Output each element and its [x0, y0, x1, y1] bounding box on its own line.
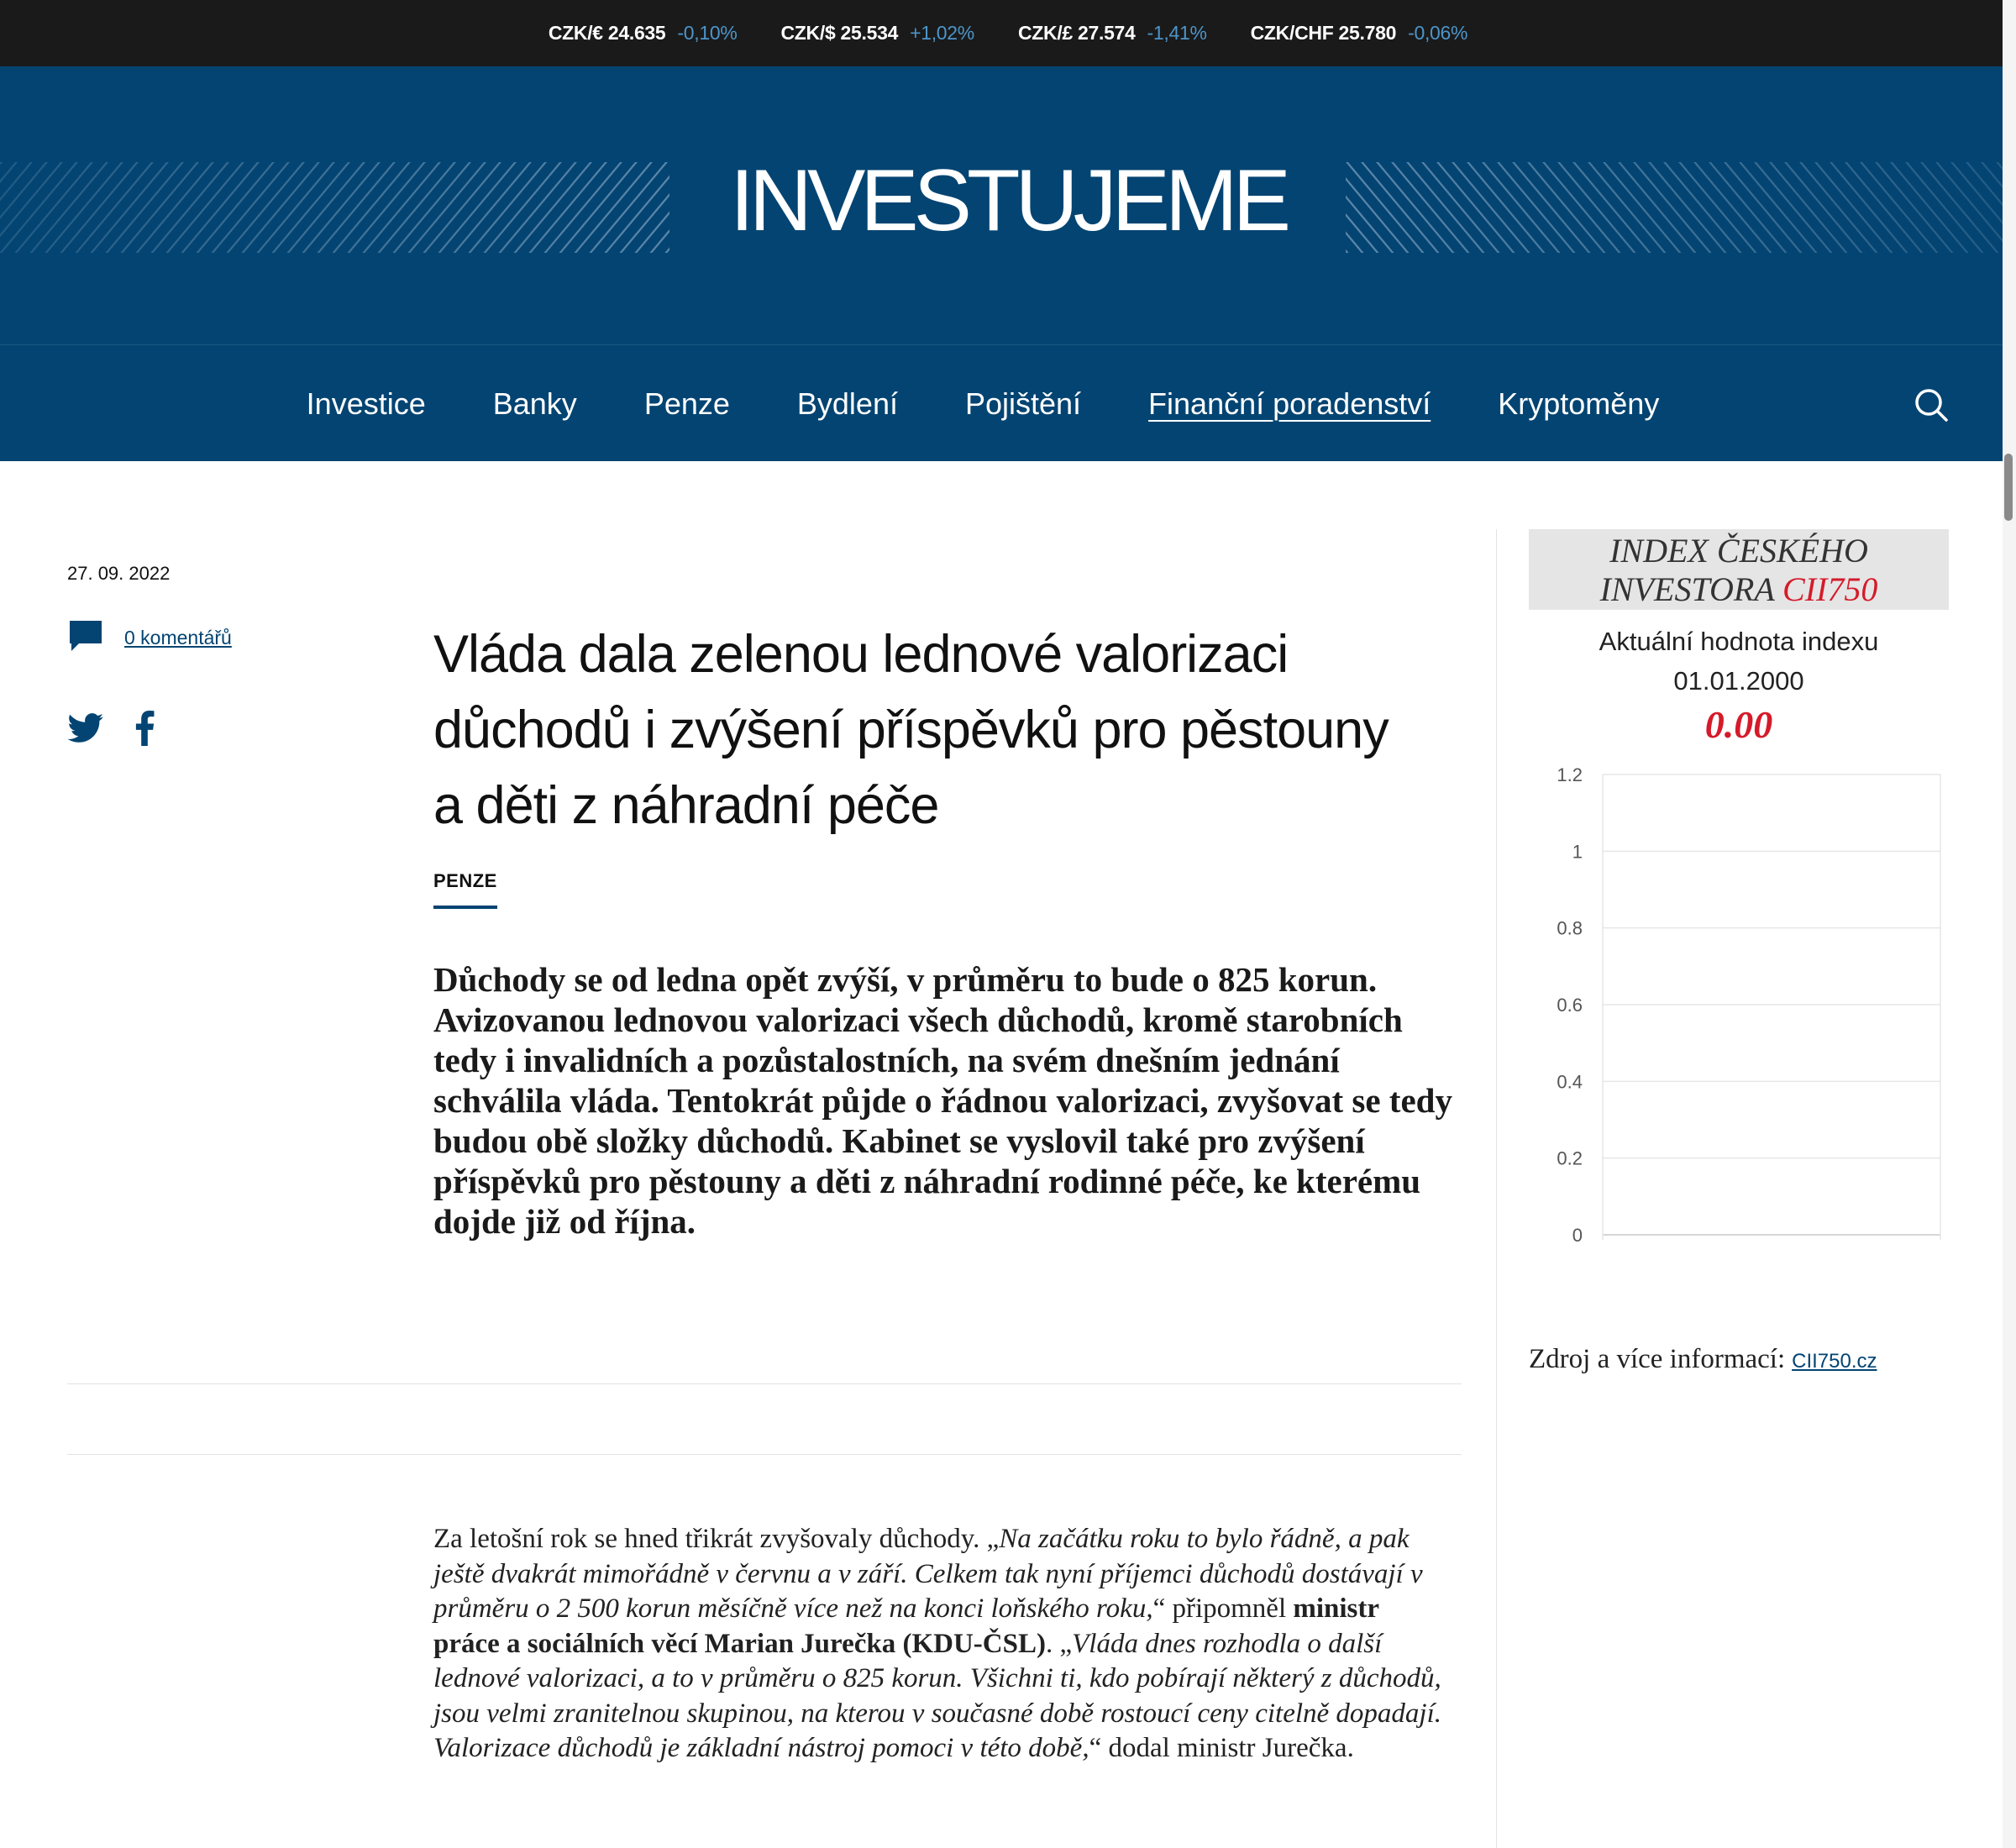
- index-title-investora: INVESTORA: [1599, 570, 1775, 608]
- index-widget-title: INDEX ČESKÉHO INVESTORA CII750: [1529, 529, 1949, 610]
- chart-y-tick-label: 0: [1572, 1225, 1583, 1246]
- index-title-line1: INDEX ČESKÉHO: [1609, 532, 1868, 570]
- index-source: Zdroj a více informací: CII750.cz: [1529, 1344, 1877, 1375]
- scrollbar-track[interactable]: [2003, 0, 2016, 1848]
- index-subtitle: Aktuální hodnota indexu: [1599, 627, 1879, 656]
- ticker-change: +1,02%: [910, 22, 974, 44]
- main-nav: Investice Banky Penze Bydlení Pojištění …: [0, 344, 2016, 461]
- article-date: 27. 09. 2022: [67, 563, 171, 584]
- text-run: . „: [1045, 1628, 1073, 1659]
- nav-item-pojisteni[interactable]: Pojištění: [965, 386, 1081, 422]
- index-code: CII750: [1782, 570, 1878, 608]
- text-run: “ dodal ministr Jurečka.: [1089, 1733, 1354, 1763]
- ticker-pair: CZK/$ 25.534: [780, 22, 899, 44]
- twitter-icon[interactable]: [67, 713, 104, 748]
- ticker-pair: CZK/£ 27.574: [1017, 22, 1136, 44]
- chart-y-tick-label: 0.8: [1557, 918, 1583, 939]
- currency-ticker: CZK/€ 24.635 -0,10% CZK/$ 25.534 +1,02% …: [0, 0, 2016, 66]
- facebook-icon[interactable]: [134, 711, 155, 750]
- nav-item-kryptomeny[interactable]: Kryptoměny: [1498, 386, 1659, 422]
- index-date: 01.01.2000: [1673, 666, 1804, 696]
- nav-item-investice[interactable]: Investice: [307, 386, 426, 422]
- sidebar-divider: [1496, 529, 1497, 1848]
- article-title: Vláda dala zelenou lednové valorizaci dů…: [433, 625, 1389, 836]
- text-run: “ připomněl: [1152, 1593, 1294, 1624]
- chart-y-tick-label: 0.4: [1557, 1071, 1583, 1092]
- ticker-pair: CZK/€ 24.635: [548, 22, 666, 44]
- article-paragraph: Za letošní rok se hned třikrát zvyšovaly…: [433, 1522, 1441, 1767]
- nav-list: Investice Banky Penze Bydlení Pojištění …: [0, 345, 2016, 462]
- chart-y-tick-label: 1.2: [1557, 764, 1583, 785]
- chart-y-tick-label: 0.6: [1557, 995, 1583, 1016]
- index-chart: 1.2 1 0.8 0.6 0.4 0.2 0: [1557, 764, 1941, 1246]
- chart-y-tick-label: 1: [1572, 841, 1583, 862]
- chart-y-tick-label: 0.2: [1557, 1148, 1583, 1169]
- ticker-item-chf: CZK/CHF 25.780 -0,06%: [1251, 22, 1468, 45]
- comments-count: 0 komentářů: [124, 627, 232, 648]
- ticker-item-usd: CZK/$ 25.534 +1,02%: [780, 22, 975, 45]
- text-run: Za letošní rok se hned třikrát zvyšovaly…: [433, 1524, 1000, 1554]
- share-buttons: [67, 711, 155, 750]
- ticker-change: -0,10%: [677, 22, 738, 44]
- source-link[interactable]: CII750.cz: [1792, 1350, 1877, 1373]
- divider: [67, 1383, 1462, 1384]
- nav-item-banky[interactable]: Banky: [493, 386, 577, 422]
- nav-item-penze[interactable]: Penze: [644, 386, 730, 422]
- ticker-change: -1,41%: [1147, 22, 1207, 44]
- ticker-change: -0,06%: [1408, 22, 1468, 44]
- search-icon[interactable]: [1914, 387, 1949, 423]
- index-value: 0.00: [1704, 703, 1773, 746]
- nav-item-financni-poradenstvi[interactable]: Finanční poradenství: [1148, 386, 1431, 422]
- ticker-pair: CZK/CHF 25.780: [1250, 22, 1397, 44]
- site-header: INVESTUJEME: [0, 66, 2016, 344]
- source-label: Zdroj a více informací:: [1529, 1344, 1786, 1374]
- nav-item-bydleni[interactable]: Bydlení: [797, 386, 898, 422]
- category-tag[interactable]: PENZE: [433, 870, 497, 909]
- index-title-line2: INVESTORA CII750: [1529, 570, 1949, 609]
- scrollbar-thumb[interactable]: [2004, 454, 2013, 521]
- comments-link[interactable]: 0 komentářů: [67, 618, 232, 658]
- comment-icon: [67, 618, 104, 658]
- ticker-item-gbp: CZK/£ 27.574 -1,41%: [1018, 22, 1207, 45]
- article-perex: Důchody se od ledna opět zvýší, v průměr…: [433, 960, 1452, 1241]
- ticker-item-eur: CZK/€ 24.635 -0,10%: [549, 22, 738, 45]
- divider: [67, 1454, 1462, 1455]
- header-stripes-right: [1346, 162, 2016, 253]
